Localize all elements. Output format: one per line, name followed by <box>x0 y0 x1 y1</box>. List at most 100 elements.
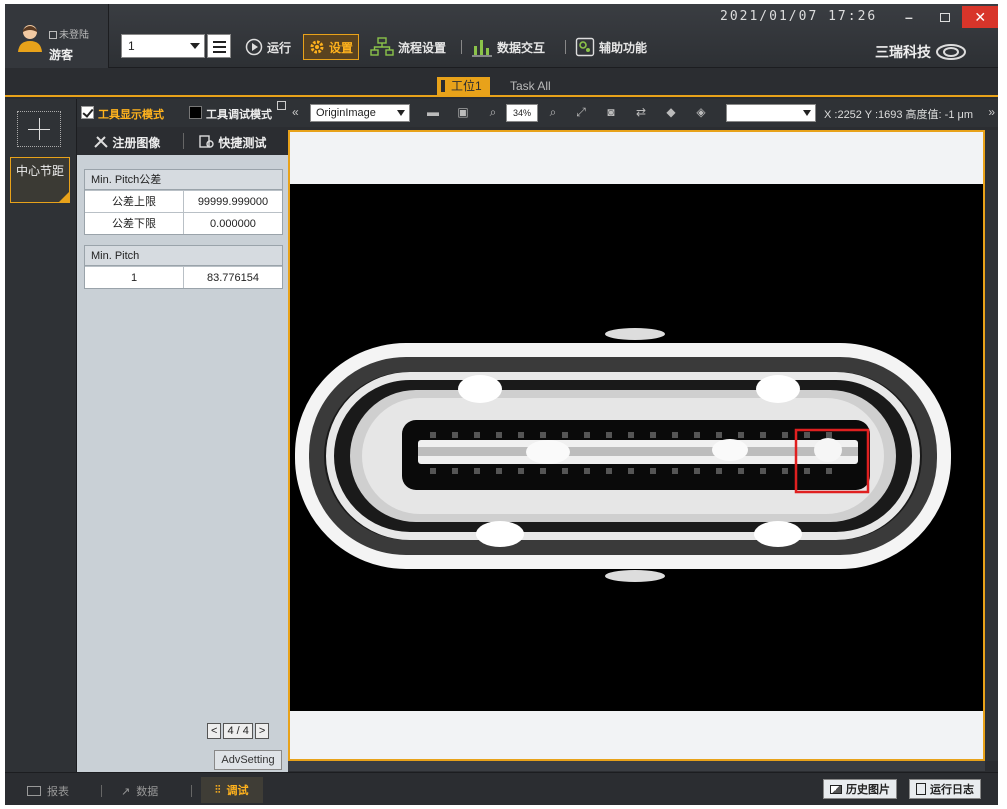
aux-label: 辅助功能 <box>599 40 648 55</box>
pitch-value: 83.776154 <box>207 272 259 284</box>
quick-test-label: 快捷测试 <box>218 136 267 150</box>
user-name: 游客 <box>49 48 74 62</box>
collapse-left-icon[interactable]: « <box>292 105 299 119</box>
list-icon-line <box>213 51 226 53</box>
tab-debug-label: 调试 <box>226 785 249 797</box>
coordinate-readout: X :2252 Y :1693 高度值: -1 μm <box>824 109 974 121</box>
add-tool-button[interactable] <box>17 111 61 147</box>
parameter-panel: 工具显示模式 工具调试模式 注册图像 快捷测试 Min. Pitch公差 公差上… <box>77 99 288 772</box>
tolerance-table-title: Min. Pitch公差 <box>85 170 282 190</box>
vertical-scrollbar[interactable] <box>985 130 998 761</box>
zoom-level[interactable]: 34% <box>506 104 538 122</box>
aux-functions-button[interactable]: 辅助功能 <box>575 34 647 60</box>
close-button[interactable]: ✕ <box>962 6 998 28</box>
list-icon-line <box>213 46 226 48</box>
minimize-button[interactable]: – <box>891 6 927 28</box>
bottom-divider <box>191 785 192 797</box>
overlay-select[interactable] <box>726 104 816 122</box>
close-icon: ✕ <box>974 8 987 25</box>
pager-page-indicator: 4 / 4 <box>223 723 253 739</box>
horizontal-scrollbar[interactable] <box>288 761 985 771</box>
maximize-button[interactable] <box>927 6 963 28</box>
tab-task-all[interactable]: Task All <box>510 77 551 95</box>
image-viewer[interactable] <box>288 130 985 761</box>
image-source-value: OriginImage <box>316 107 376 119</box>
brand-name: 三瑞科技 <box>875 44 931 60</box>
flow-settings-button[interactable]: 流程设置 <box>370 34 446 60</box>
run-log-button[interactable]: 运行日志 <box>909 779 981 799</box>
save-icon[interactable]: ▣ <box>456 105 470 119</box>
tool-column: 中心节距 <box>5 99 77 772</box>
maximize-icon <box>939 12 950 22</box>
station-select-value: 1 <box>128 39 135 53</box>
collapse-right-icon[interactable]: » <box>988 105 995 119</box>
log-label: 运行日志 <box>930 784 974 796</box>
zoom-out-icon[interactable]: ⌕ <box>486 105 500 119</box>
app-window: 未登陆 游客 1 运行 设置 流程设置 数据交互 辅助功能 2021/01/07… <box>5 4 998 805</box>
login-icon <box>49 31 57 39</box>
camera-icon[interactable]: ◙ <box>604 105 618 119</box>
user-panel[interactable]: 未登陆 游客 <box>5 4 109 68</box>
mode-bar: 工具显示模式 工具调试模式 <box>77 99 288 127</box>
inspection-image[interactable] <box>290 184 983 711</box>
pager-next-button[interactable]: > <box>254 723 270 739</box>
chevron-down-icon <box>190 43 200 49</box>
bottom-divider <box>101 785 102 797</box>
debug-mode-checkbox[interactable] <box>189 106 202 119</box>
station-select[interactable]: 1 <box>121 34 205 58</box>
table-row: 公差下限 0.000000 <box>85 212 282 234</box>
history-images-button[interactable]: 历史图片 <box>823 779 897 799</box>
tolerance-upper-value[interactable]: 99999.999000 <box>184 191 282 212</box>
list-button[interactable] <box>207 34 231 58</box>
settings-label: 设置 <box>329 40 354 55</box>
history-label: 历史图片 <box>846 784 890 796</box>
folder-icon[interactable]: ▬ <box>426 105 440 119</box>
toolbar-divider <box>565 40 566 54</box>
play-icon <box>245 38 263 56</box>
cube-icon[interactable]: ◆ <box>664 105 678 119</box>
data-exchange-button[interactable]: 数据交互 <box>471 34 545 60</box>
report-icon <box>27 786 41 796</box>
tab-station-1[interactable]: 工位1 <box>437 77 490 95</box>
tab-data[interactable]: ↗ 数据 <box>121 783 158 799</box>
register-image-button[interactable]: 注册图像 <box>93 134 160 151</box>
minimize-icon: – <box>904 9 913 25</box>
tool-center-pitch[interactable]: 中心节距 <box>10 157 70 203</box>
tab-data-label: 数据 <box>136 786 159 798</box>
image-toolbar: « OriginImage ▬ ▣ ⌕ 34% ⌕ ⤢ ◙ ⇄ ◆ ◈ X :2… <box>288 99 998 127</box>
3d-view-icon[interactable]: ◈ <box>694 105 708 119</box>
tolerance-lower-key: 公差下限 <box>85 213 184 234</box>
zoom-in-icon[interactable]: ⌕ <box>546 105 560 119</box>
image-source-select[interactable]: OriginImage <box>310 104 410 122</box>
tab-debug[interactable]: ⫶⫶ 调试 <box>201 777 263 803</box>
display-mode-checkbox[interactable] <box>81 106 94 119</box>
adv-setting-button[interactable]: AdvSetting <box>214 750 282 770</box>
user-avatar-icon <box>18 25 42 52</box>
expand-icon[interactable] <box>277 101 286 110</box>
tolerance-upper-key: 公差上限 <box>85 191 184 212</box>
tab-report[interactable]: 报表 <box>27 783 69 799</box>
display-mode-label[interactable]: 工具显示模式 <box>98 106 164 122</box>
settings-button[interactable]: 设置 <box>303 34 360 60</box>
chevron-down-icon <box>803 110 811 116</box>
data-label: 数据交互 <box>497 40 546 55</box>
run-button[interactable]: 运行 <box>245 34 291 60</box>
pager-prev-button[interactable]: < <box>207 723 222 739</box>
action-bar: 注册图像 快捷测试 <box>77 127 288 155</box>
tolerance-table: Min. Pitch公差 公差上限 99999.999000 公差下限 0.00… <box>84 169 283 235</box>
search-doc-icon <box>199 135 214 148</box>
pitch-table-title: Min. Pitch <box>85 246 282 266</box>
fit-screen-icon[interactable]: ⤢ <box>574 105 588 119</box>
login-link[interactable]: 未登陆 <box>49 26 89 41</box>
datetime-display: 2021/01/07 17:26 <box>720 9 878 24</box>
tab-report-label: 报表 <box>47 786 69 798</box>
pager: < 4 / 4 > <box>207 723 270 739</box>
brand-logo: 三瑞科技 <box>875 42 967 62</box>
tolerance-lower-value[interactable]: 0.000000 <box>184 213 282 234</box>
quick-test-button[interactable]: 快捷测试 <box>199 134 266 151</box>
swap-icon[interactable]: ⇄ <box>634 105 648 119</box>
sliders-icon: ⫶⫶ <box>215 783 221 796</box>
log-doc-icon <box>916 783 926 795</box>
debug-mode-label[interactable]: 工具调试模式 <box>206 106 272 122</box>
image-icon <box>830 784 842 794</box>
